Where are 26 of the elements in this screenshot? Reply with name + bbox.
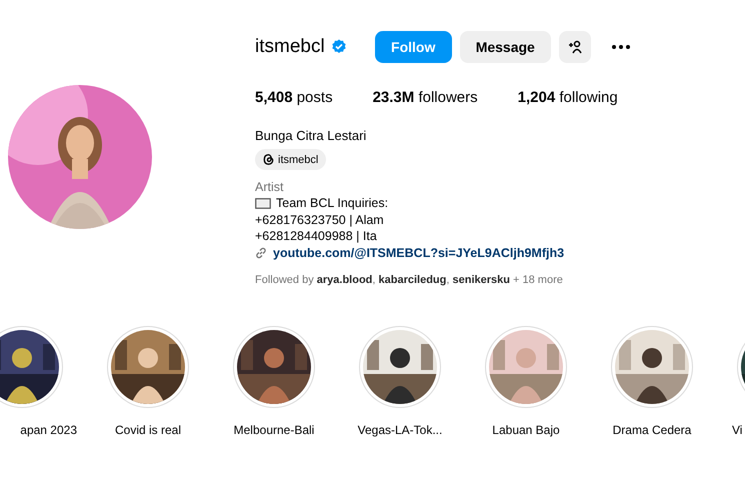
username: itsmebcl [255,36,325,58]
category-label: Artist [255,179,284,195]
highlight-label: Melbourne-Bali [234,422,314,436]
profile-stat[interactable]: 5,408 posts [255,89,333,106]
add-person-icon [568,40,582,54]
profile-stat[interactable]: 1,204 following [518,89,618,106]
highlight-label: apan 2023 [20,422,77,436]
highlight-label: Labuan Bajo [492,422,560,436]
threads-logo-icon [262,153,275,166]
suggest-people-button[interactable] [558,31,591,63]
followed-by-text[interactable]: Followed by arya.blood, kabarciledug, senikersku + 18 more [255,274,635,286]
threads-badge[interactable]: itsmebcl [255,149,326,170]
more-icon [610,44,631,50]
bio-line: Team BCL Inquiries: [276,195,388,212]
message-button[interactable]: Message [460,31,551,63]
highlight-label: Covid is real [114,422,182,436]
full-name: Bunga Citra Lestari [255,128,368,143]
bio-line: +6281284409988 | Ita [255,228,377,244]
highlight-label: Drama Cedera [612,422,692,436]
highlight-label: Vegas-LA-Tok... [358,422,442,436]
link-icon [255,247,267,259]
envelope-icon [255,198,271,209]
profile-stat[interactable]: 23.3M followers [372,89,478,106]
website-link[interactable]: youtube.com/@ITSMEBCL?si=JYeL9ACljh9Mfjh3 [273,244,564,262]
highlight-label: Vi [732,422,742,436]
bio-line: +628176323750 | Alam [255,212,384,228]
